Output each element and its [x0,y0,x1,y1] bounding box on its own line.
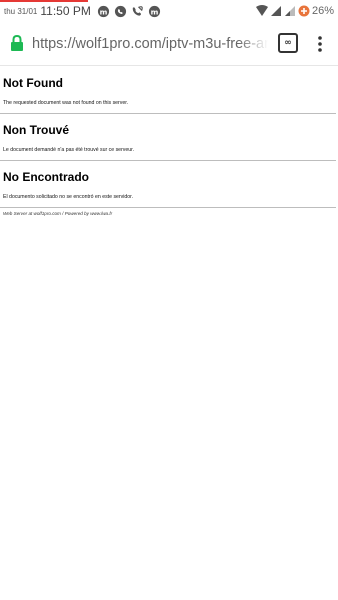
lock-icon[interactable] [10,34,24,52]
status-time: 11:50 PM [40,4,91,18]
error-section-fr: Non Trouvé Le document demandé n'a pas é… [0,123,338,154]
url-text: https://wolf1pro.com/iptv-m3u-free-arabi… [32,36,268,52]
signal-icon [284,6,295,16]
whatsapp-icon [114,5,126,17]
browser-toolbar: https://wolf1pro.com/iptv-m3u-free-arabi… [0,22,338,66]
svg-text:m: m [151,7,159,16]
overflow-menu-icon[interactable] [312,34,328,54]
divider [0,113,336,114]
error-message: Le document demandé n'a pas été trouvé s… [3,147,135,153]
battery-saver-icon [298,5,310,17]
page-content: Not Found The requested document was not… [0,67,338,220]
error-section-en: Not Found The requested document was not… [0,76,338,107]
page-load-progress [0,0,88,2]
error-message: El documento solicitado no se encontró e… [3,194,134,200]
status-bar: thu 31/01 11:50 PM m m 26% [0,0,338,22]
signal-icon [270,6,281,16]
status-right: 26% [254,4,334,18]
url-field[interactable]: https://wolf1pro.com/iptv-m3u-free-arabi… [32,34,268,54]
status-date: thu 31/01 [4,6,38,16]
svg-text:m: m [100,7,108,16]
app-badge-icon: m [148,5,160,17]
wifi-icon [255,5,268,16]
status-left: thu 31/01 11:50 PM m m [4,4,165,18]
tab-switcher-button[interactable]: ∞ [278,33,298,53]
app-badge-icon: m [97,5,109,17]
tab-switcher-label: ∞ [284,37,292,48]
missed-call-icon [132,5,143,16]
error-heading: No Encontrado [3,170,89,184]
error-section-es: No Encontrado El documento solicitado no… [0,170,338,201]
error-message: The requested document was not found on … [3,100,129,106]
server-footer: Web Server at wolf1pro.com / Powered by … [3,211,113,216]
error-heading: Not Found [3,76,63,90]
divider [0,160,336,161]
battery-level: 26% [311,5,334,17]
error-heading: Non Trouvé [3,123,70,137]
